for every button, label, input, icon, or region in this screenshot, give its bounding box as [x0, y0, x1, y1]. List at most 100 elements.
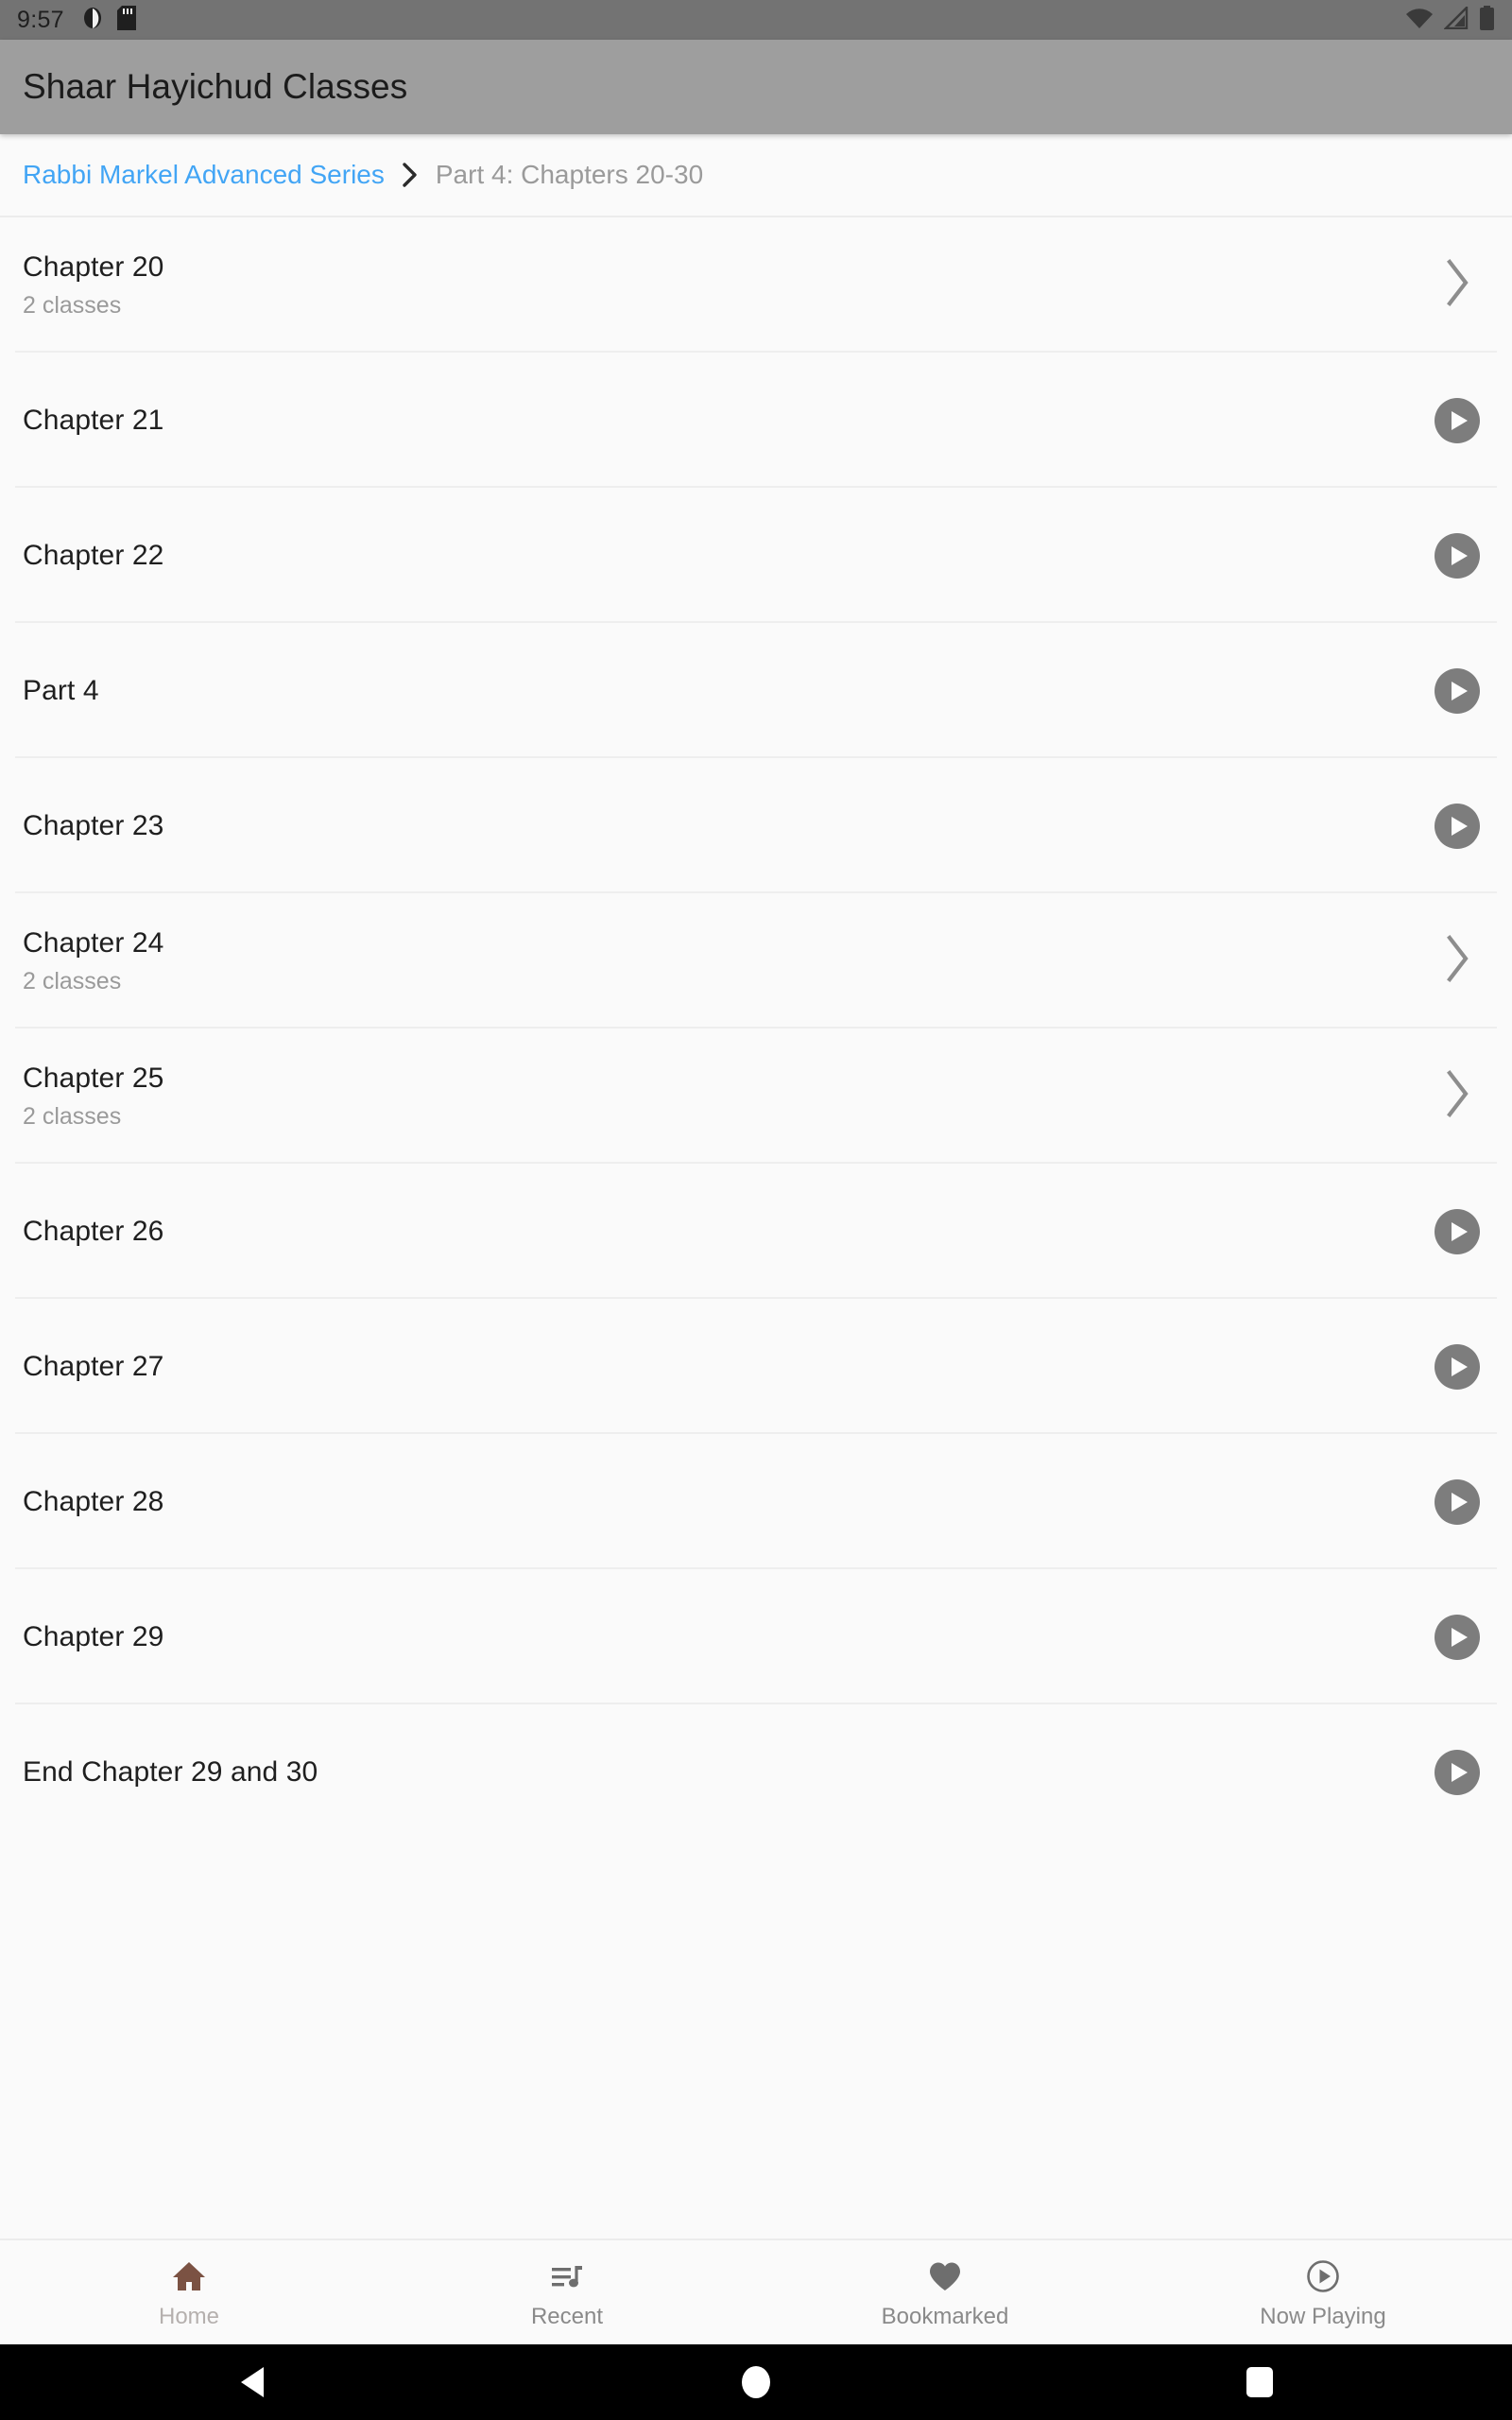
list-item-texts: Chapter 24 2 classes — [23, 927, 1427, 994]
nav-item-recent[interactable]: Recent — [378, 2240, 756, 2344]
play-circle-icon — [1435, 1614, 1480, 1660]
play-circle-icon — [1435, 532, 1480, 579]
list-item-title: Chapter 25 — [23, 1063, 164, 1095]
heart-icon — [926, 2256, 964, 2296]
chevron-right-icon — [1441, 1067, 1473, 1125]
android-system-navigation — [0, 2344, 1512, 2420]
nav-item-label: Recent — [530, 2304, 604, 2329]
nav-item-label: Bookmarked — [881, 2304, 1009, 2329]
list-item-title: Chapter 24 — [23, 927, 164, 959]
list-item[interactable]: Chapter 27 — [0, 1299, 1512, 1434]
chevron-right-icon — [400, 161, 421, 189]
play-circle-icon — [1435, 1208, 1480, 1254]
list-item[interactable]: Chapter 23 — [0, 758, 1512, 893]
chapter-list: Chapter 20 2 classes Chapter 21 Chapter 22 P… — [0, 217, 1512, 2238]
list-item-title: Chapter 29 — [23, 1620, 164, 1652]
status-bar-left-icons — [81, 5, 136, 35]
nav-item-home[interactable]: Home — [0, 2240, 378, 2344]
play-circle-icon — [1435, 1343, 1480, 1390]
nav-item-label: Now Playing — [1260, 2304, 1386, 2329]
bottom-navigation: Home Recent Bookmarked Now Playing — [0, 2238, 1512, 2344]
do-not-disturb-icon — [81, 6, 104, 35]
list-item[interactable]: Chapter 26 — [0, 1164, 1512, 1299]
list-item-subtitle: 2 classes — [23, 967, 122, 994]
list-item-title: Chapter 20 — [23, 251, 164, 284]
list-item[interactable]: Part 4 — [0, 623, 1512, 758]
play-button[interactable] — [1427, 1201, 1487, 1262]
list-item-title: Chapter 23 — [23, 809, 164, 841]
list-item-texts: Chapter 26 — [23, 1216, 1427, 1248]
play-circle-icon — [1435, 1749, 1480, 1795]
list-item-subtitle: 2 classes — [23, 1102, 122, 1130]
system-recents-button[interactable] — [1203, 2344, 1316, 2420]
list-item-title: Chapter 26 — [23, 1215, 164, 1247]
list-item-subtitle: 2 classes — [23, 291, 122, 319]
list-item-title: Chapter 21 — [23, 404, 164, 436]
play-button[interactable] — [1427, 390, 1487, 451]
list-item-texts: Chapter 29 — [23, 1621, 1427, 1653]
sd-card-icon — [116, 5, 136, 35]
list-item[interactable]: Chapter 22 — [0, 488, 1512, 623]
list-item-texts: End Chapter 29 and 30 — [23, 1756, 1427, 1789]
status-bar-right-icons — [1405, 4, 1495, 35]
play-button[interactable] — [1427, 1607, 1487, 1668]
expand-button[interactable] — [1427, 255, 1487, 316]
play-circle-icon — [1435, 803, 1480, 849]
back-triangle-icon — [240, 2367, 264, 2397]
nav-item-label: Home — [158, 2304, 220, 2329]
cellular-signal-icon — [1443, 4, 1469, 34]
wifi-icon — [1405, 7, 1434, 34]
breadcrumb-current: Part 4: Chapters 20-30 — [435, 160, 704, 189]
list-item[interactable]: Chapter 20 2 classes — [0, 217, 1512, 353]
list-item-title: Chapter 28 — [23, 1485, 164, 1517]
page-title: Shaar Hayichud Classes — [23, 67, 408, 106]
app-root: 9:57 Shaar Hayichud Classes Rabbi Markel… — [0, 0, 1512, 2420]
list-item-texts: Chapter 23 — [23, 810, 1427, 842]
expand-button[interactable] — [1427, 931, 1487, 992]
battery-icon — [1479, 5, 1495, 35]
list-item-title: Part 4 — [23, 674, 99, 706]
status-bar: 9:57 — [0, 0, 1512, 40]
system-home-button[interactable] — [699, 2344, 813, 2420]
recents-square-icon — [1246, 2367, 1274, 2397]
list-item-title: End Chapter 29 and 30 — [23, 1755, 318, 1788]
list-item-texts: Chapter 27 — [23, 1351, 1427, 1383]
list-item-title: Chapter 22 — [23, 539, 164, 571]
play-button[interactable] — [1427, 1337, 1487, 1397]
chevron-right-icon — [1441, 932, 1473, 990]
list-item-texts: Chapter 28 — [23, 1486, 1427, 1518]
list-item[interactable]: Chapter 25 2 classes — [0, 1028, 1512, 1164]
home-icon — [170, 2256, 208, 2296]
home-circle-icon — [741, 2366, 770, 2398]
nav-item-bookmarked[interactable]: Bookmarked — [756, 2240, 1134, 2344]
play-circle-icon — [1435, 1478, 1480, 1525]
system-back-button[interactable] — [196, 2344, 309, 2420]
breadcrumb: Rabbi Markel Advanced Series Part 4: Cha… — [0, 134, 1512, 217]
play-button[interactable] — [1427, 796, 1487, 856]
expand-button[interactable] — [1427, 1066, 1487, 1127]
play-circle-outline-icon — [1304, 2256, 1342, 2296]
app-bar: Shaar Hayichud Classes — [0, 40, 1512, 134]
nav-item-now-playing[interactable]: Now Playing — [1134, 2240, 1512, 2344]
chevron-right-icon — [1441, 256, 1473, 314]
play-button[interactable] — [1427, 526, 1487, 586]
play-circle-icon — [1435, 397, 1480, 443]
list-item[interactable]: End Chapter 29 and 30 — [0, 1704, 1512, 1840]
playlist-music-icon — [548, 2256, 586, 2296]
list-item[interactable]: Chapter 28 — [0, 1434, 1512, 1569]
list-item[interactable]: Chapter 24 2 classes — [0, 893, 1512, 1028]
play-button[interactable] — [1427, 661, 1487, 721]
list-item-texts: Chapter 21 — [23, 405, 1427, 437]
list-item-texts: Part 4 — [23, 675, 1427, 707]
list-item-texts: Chapter 20 2 classes — [23, 251, 1427, 319]
list-item-title: Chapter 27 — [23, 1350, 164, 1382]
status-bar-clock: 9:57 — [17, 6, 64, 33]
list-item[interactable]: Chapter 21 — [0, 353, 1512, 488]
breadcrumb-link-parent[interactable]: Rabbi Markel Advanced Series — [23, 160, 385, 190]
play-button[interactable] — [1427, 1472, 1487, 1532]
play-circle-icon — [1435, 667, 1480, 714]
play-button[interactable] — [1427, 1742, 1487, 1803]
list-item-texts: Chapter 22 — [23, 540, 1427, 572]
list-item[interactable]: Chapter 29 — [0, 1569, 1512, 1704]
list-item-texts: Chapter 25 2 classes — [23, 1063, 1427, 1130]
